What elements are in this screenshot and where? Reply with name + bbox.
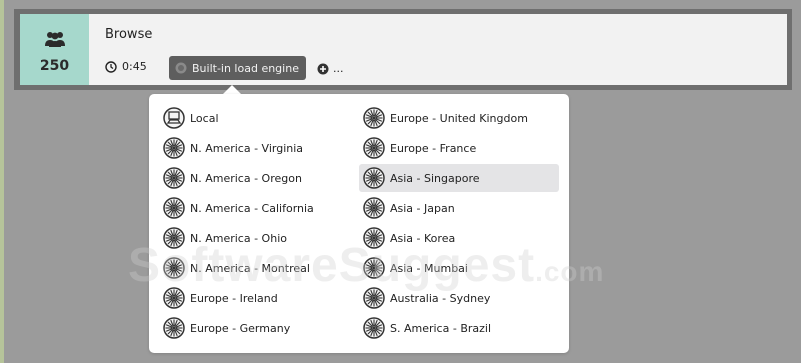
menu-item-label: Europe - United Kingdom: [390, 111, 528, 125]
local-machine-icon: [163, 107, 185, 129]
menu-item[interactable]: Europe - United Kingdom: [359, 104, 559, 132]
scenario-row[interactable]: 250 Browse 0:45 Built-in load engine ...: [20, 14, 787, 85]
menu-item-label: Europe - Ireland: [190, 291, 278, 305]
users-tile[interactable]: 250: [20, 14, 89, 85]
watermark-main: SoftwareSuggest: [128, 239, 536, 292]
menu-item[interactable]: S. America - Brazil: [359, 314, 559, 342]
load-engine-label: Built-in load engine: [192, 61, 299, 75]
region-icon: [363, 167, 385, 189]
users-count: 250: [39, 58, 70, 74]
region-icon: [163, 197, 185, 219]
watermark: SoftwareSuggest.com: [128, 238, 604, 293]
menu-item[interactable]: Local: [159, 104, 349, 132]
menu-item-label: Local: [190, 111, 219, 125]
menu-item-label: Asia - Singapore: [390, 171, 480, 185]
add-location-button[interactable]: ...: [317, 62, 344, 75]
load-engine-button[interactable]: Built-in load engine: [169, 56, 306, 80]
load-engine-dropdown: Local N. America - Virginia N. America - O…: [149, 94, 569, 353]
menu-column-right: Europe - United Kingdom Europe - France As…: [359, 104, 559, 344]
region-icon: [363, 137, 385, 159]
menu-item[interactable]: Europe - Germany: [159, 314, 349, 342]
region-icon: [163, 317, 185, 339]
region-icon: [363, 317, 385, 339]
menu-item-label: Europe - France: [390, 141, 477, 155]
menu-item[interactable]: N. America - Virginia: [159, 134, 349, 162]
menu-item-label: Australia - Sydney: [390, 291, 491, 305]
region-icon: [163, 167, 185, 189]
menu-item[interactable]: Europe - France: [359, 134, 559, 162]
menu-item-label: Europe - Germany: [190, 321, 291, 335]
menu-item[interactable]: N. America - Oregon: [159, 164, 349, 192]
menu-item-label: N. America - California: [190, 201, 314, 215]
menu-column-left: Local N. America - Virginia N. America - O…: [159, 104, 349, 344]
engine-icon: [175, 62, 187, 74]
scenario-title[interactable]: Browse: [105, 27, 152, 42]
duration-label: 0:45: [122, 60, 147, 73]
region-icon: [363, 197, 385, 219]
menu-item-label: N. America - Oregon: [190, 171, 302, 185]
clock-icon: [105, 60, 117, 73]
menu-item[interactable]: Asia - Japan: [359, 194, 559, 222]
duration[interactable]: 0:45: [105, 60, 147, 73]
plus-circle-icon: [317, 63, 329, 74]
users-icon: [45, 32, 65, 47]
watermark-suffix: .com: [535, 256, 605, 287]
menu-item-label: N. America - Virginia: [190, 141, 304, 155]
menu-item[interactable]: N. America - California: [159, 194, 349, 222]
add-location-label: ...: [333, 62, 344, 75]
region-icon: [163, 137, 185, 159]
menu-item-label: Asia - Japan: [390, 201, 455, 215]
left-edge-strip: [0, 0, 4, 363]
menu-item-label: S. America - Brazil: [390, 321, 492, 335]
region-icon: [363, 107, 385, 129]
menu-item[interactable]: Asia - Singapore: [359, 164, 559, 192]
